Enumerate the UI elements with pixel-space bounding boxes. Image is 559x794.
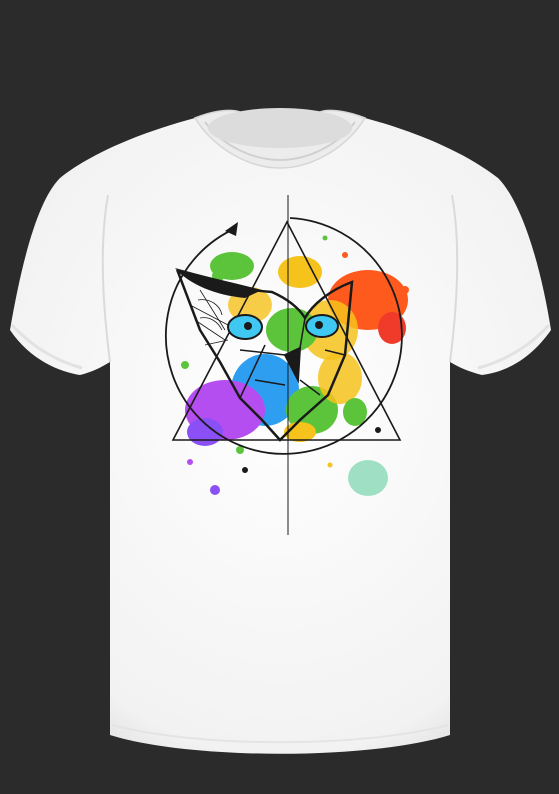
tshirt-mockup	[10, 108, 551, 754]
tshirt-body	[10, 118, 551, 754]
mockup-stage	[0, 0, 559, 794]
collar-opening	[208, 108, 352, 148]
